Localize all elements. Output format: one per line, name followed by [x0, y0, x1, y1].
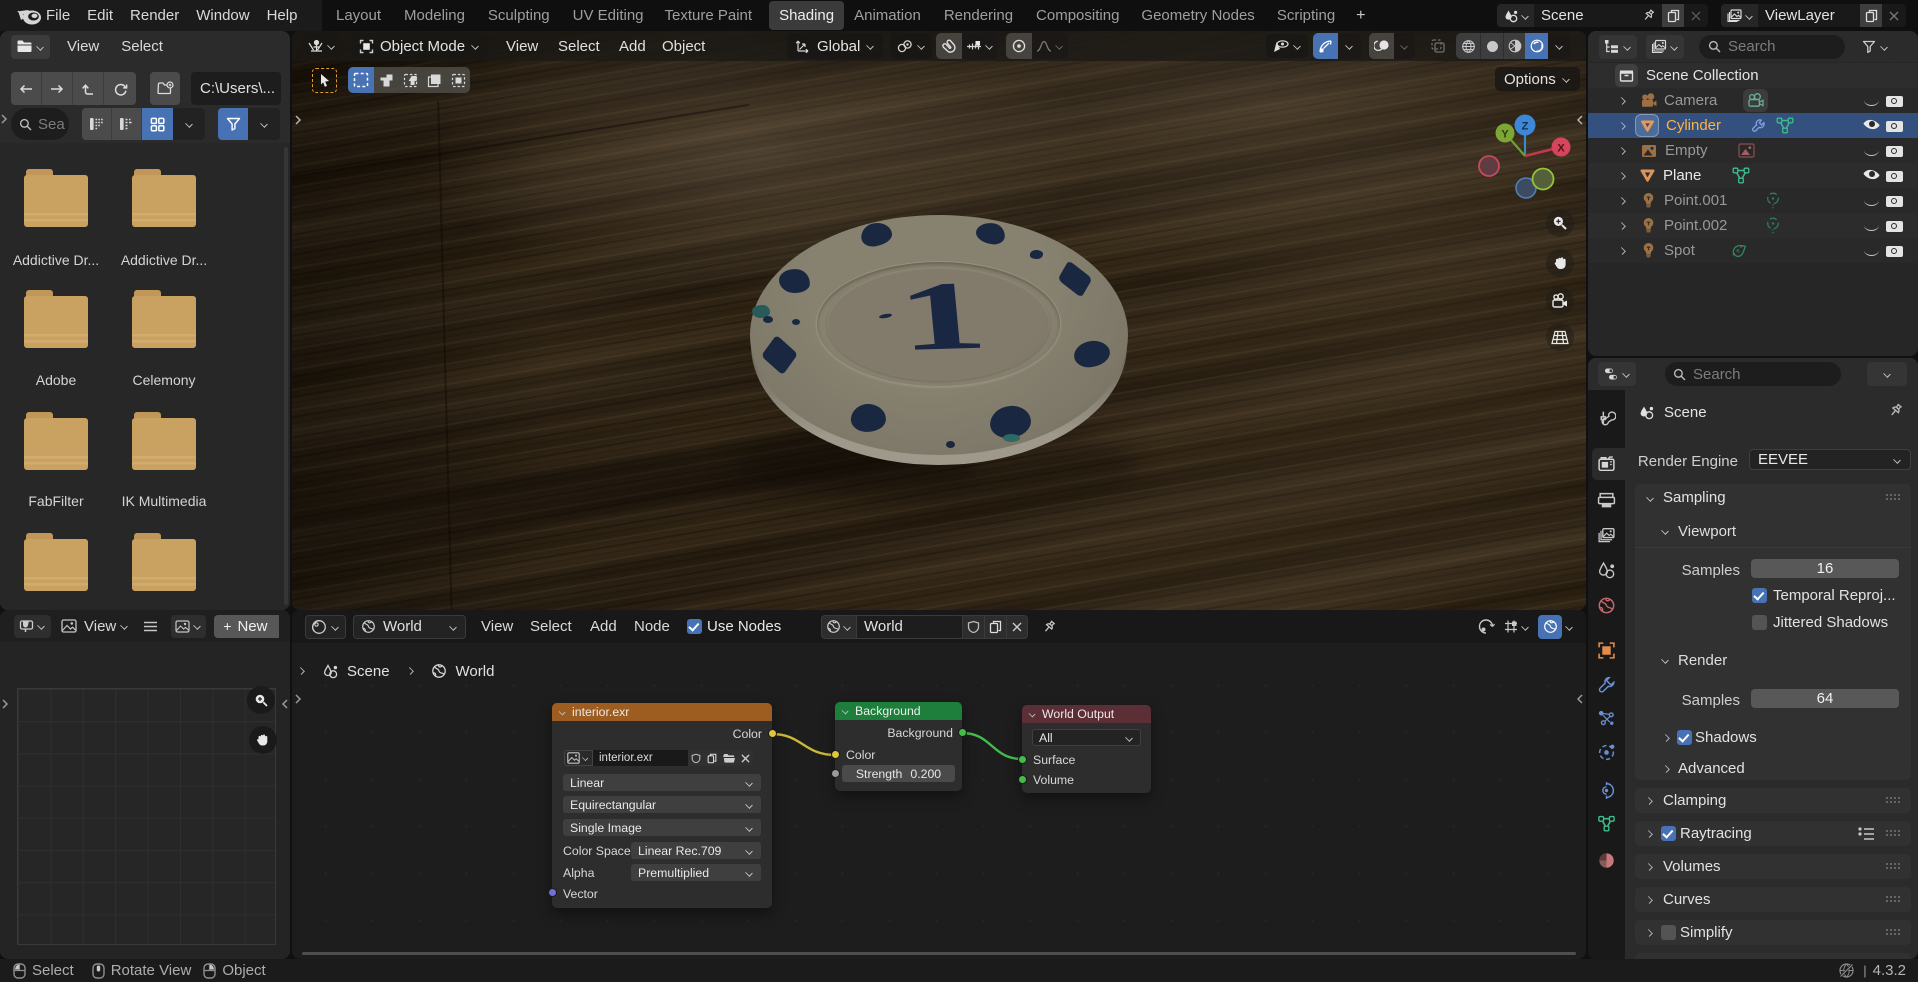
svg-text:Y: Y	[1501, 129, 1509, 141]
svg-text:X: X	[1557, 143, 1565, 155]
svg-text:Z: Z	[1522, 121, 1529, 133]
